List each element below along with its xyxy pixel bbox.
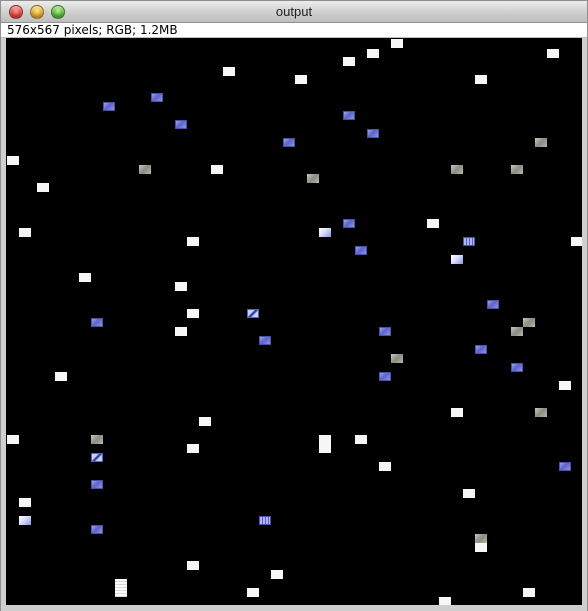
tall-image-tile [115,579,127,597]
white-image-tile [19,498,31,507]
gray-image-tile [535,138,547,147]
blue-image-tile [91,525,103,534]
gray-image-tile [523,318,535,327]
white-image-tile [175,282,187,291]
white-image-tile [559,381,571,390]
white-image-tile [343,57,355,66]
white-image-tile [247,588,259,597]
white-image-tile [187,237,199,246]
lightblue-image-tile [19,516,31,525]
white-image-tile [547,49,559,58]
white-image-tile [319,435,331,444]
gray-image-tile [511,165,523,174]
white-image-tile [79,273,91,282]
gray-image-tile [91,435,103,444]
lightblue-image-tile [451,255,463,264]
blue-image-tile [487,300,499,309]
blue-image-tile [379,327,391,336]
blue-image-tile [343,111,355,120]
blue-image-tile [283,138,295,147]
blue-image-tile [91,318,103,327]
blue-image-tile [175,120,187,129]
white-image-tile [223,67,235,76]
window-title: output [275,4,313,19]
white-image-tile [7,156,19,165]
white-image-tile [187,309,199,318]
lightblue-image-tile [319,228,331,237]
diag-image-tile [247,309,259,318]
window-bottom-edge [1,605,587,611]
white-image-tile [19,228,31,237]
gray-image-tile [511,327,523,336]
title-bar[interactable]: output [1,1,587,23]
white-image-tile [391,39,403,48]
grid-image-tile [259,516,271,525]
blue-image-tile [355,246,367,255]
white-image-tile [571,237,582,246]
white-image-tile [175,327,187,336]
white-image-tile [295,75,307,84]
blue-image-tile [91,480,103,489]
diag-image-tile [91,453,103,462]
white-image-tile [55,372,67,381]
blue-image-tile [103,102,115,111]
white-image-tile [271,570,283,579]
white-image-tile [187,561,199,570]
white-image-tile [37,183,49,192]
white-image-tile [319,444,331,453]
gray-image-tile [307,174,319,183]
white-image-tile [523,588,535,597]
white-image-tile [439,597,451,605]
blue-image-tile [343,219,355,228]
grid-image-tile [463,237,475,246]
blue-image-tile [151,93,163,102]
blue-image-tile [475,345,487,354]
gray-image-tile [391,354,403,363]
blue-image-tile [559,462,571,471]
blue-image-tile [379,372,391,381]
image-viewer-window: output 576x567 pixels; RGB; 1.2MB [0,0,588,611]
white-image-tile [463,489,475,498]
white-image-tile [451,408,463,417]
gray-image-tile [535,408,547,417]
gray-image-tile [451,165,463,174]
blue-image-tile [259,336,271,345]
gray-image-tile [475,534,487,543]
white-image-tile [379,462,391,471]
white-image-tile [211,165,223,174]
white-image-tile [367,49,379,58]
image-canvas[interactable] [6,38,582,605]
white-image-tile [475,543,487,552]
white-image-tile [7,435,19,444]
white-image-tile [187,444,199,453]
image-info-text: 576x567 pixels; RGB; 1.2MB [7,23,178,37]
blue-image-tile [367,129,379,138]
gray-image-tile [139,165,151,174]
white-image-tile [427,219,439,228]
blue-image-tile [511,363,523,372]
white-image-tile [355,435,367,444]
image-info-bar: 576x567 pixels; RGB; 1.2MB [1,23,587,38]
white-image-tile [199,417,211,426]
white-image-tile [475,75,487,84]
